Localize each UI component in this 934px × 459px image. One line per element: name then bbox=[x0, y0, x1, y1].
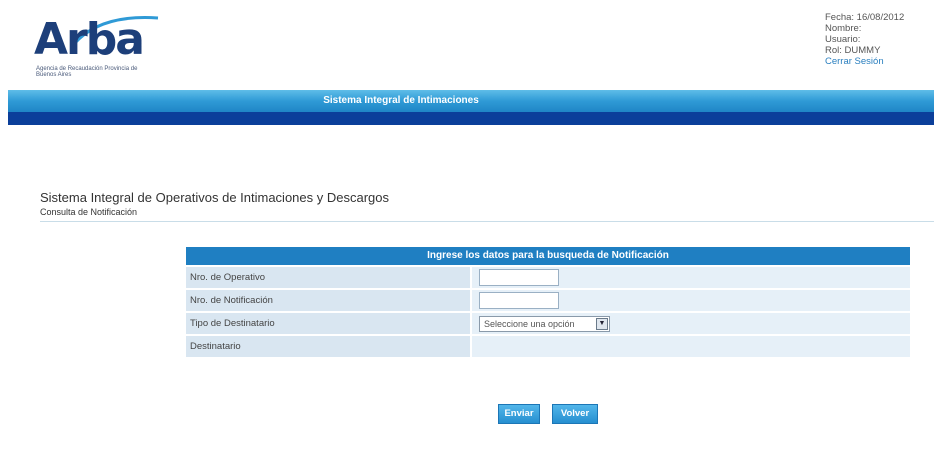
tipo-destinatario-cell: Seleccione una opción ▼ bbox=[472, 313, 910, 334]
destinatario-cell bbox=[472, 336, 910, 357]
enviar-button[interactable]: Enviar bbox=[498, 404, 540, 424]
operativo-input[interactable] bbox=[479, 269, 559, 286]
destinatario-label: Destinatario bbox=[186, 336, 470, 357]
system-banner: Sistema Integral de Intimaciones bbox=[8, 90, 934, 112]
tipo-destinatario-selected: Seleccione una opción bbox=[484, 319, 575, 329]
operativo-label: Nro. de Operativo bbox=[186, 267, 470, 288]
banner-bottom-bar bbox=[8, 112, 934, 125]
user-label: Usuario: bbox=[825, 34, 861, 45]
date-label: Fecha: 16/08/2012 bbox=[825, 12, 905, 23]
notificacion-label: Nro. de Notificación bbox=[186, 290, 470, 311]
logo-text: Arba bbox=[34, 14, 145, 65]
notificacion-cell bbox=[472, 290, 910, 311]
form-row-tipo-destinatario: Tipo de Destinatario Seleccione una opci… bbox=[186, 313, 910, 334]
operativo-cell bbox=[472, 267, 910, 288]
form-header: Ingrese los datos para la busqueda de No… bbox=[186, 247, 910, 265]
page-title: Sistema Integral de Operativos de Intima… bbox=[40, 190, 390, 205]
logo-subtext: Agencia de Recaudación Provincia de Buen… bbox=[36, 66, 138, 78]
search-form: Ingrese los datos para la busqueda de No… bbox=[186, 247, 910, 357]
role-label: Rol: DUMMY bbox=[825, 45, 881, 56]
banner-title: Sistema Integral de Intimaciones bbox=[323, 95, 479, 106]
name-label: Nombre: bbox=[825, 23, 862, 34]
volver-button[interactable]: Volver bbox=[552, 404, 598, 424]
form-row-operativo: Nro. de Operativo bbox=[186, 267, 910, 288]
user-info: Fecha: 16/08/2012 Nombre: Usuario: Rol: … bbox=[825, 12, 904, 67]
form-row-notificacion: Nro. de Notificación bbox=[186, 290, 910, 311]
title-divider bbox=[40, 221, 934, 222]
logout-link[interactable]: Cerrar Sesión bbox=[825, 56, 904, 67]
tipo-destinatario-select[interactable]: Seleccione una opción ▼ bbox=[479, 316, 610, 332]
arba-logo: Arba Agencia de Recaudación Provincia de… bbox=[30, 8, 159, 78]
form-row-destinatario: Destinatario bbox=[186, 336, 910, 357]
tipo-destinatario-label: Tipo de Destinatario bbox=[186, 313, 470, 334]
notificacion-input[interactable] bbox=[479, 292, 559, 309]
chevron-down-icon[interactable]: ▼ bbox=[596, 318, 608, 330]
page-subtitle: Consulta de Notificación bbox=[40, 207, 138, 217]
